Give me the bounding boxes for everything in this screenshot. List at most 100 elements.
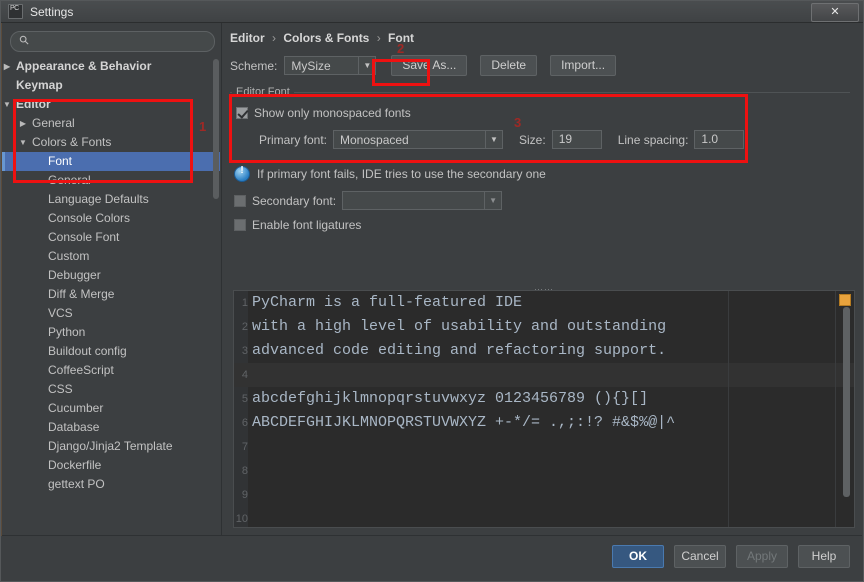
sidebar-item-label: Python	[48, 325, 86, 339]
cancel-button[interactable]: Cancel	[674, 545, 726, 568]
size-input[interactable]: 19	[551, 130, 602, 149]
sidebar-item-label: Debugger	[48, 268, 101, 282]
secondary-font-combobox[interactable]: ▼	[342, 191, 503, 210]
import-button[interactable]: Import...	[550, 55, 617, 76]
line-number: 8	[241, 465, 248, 477]
sidebar-item-label: General	[48, 173, 91, 187]
error-stripe-marker[interactable]	[839, 294, 851, 306]
preview-line: 6 ABCDEFGHIJKLMNOPQRSTUVWXYZ +-*/= .,;:!?…	[234, 411, 854, 435]
delete-button[interactable]: Delete	[480, 55, 538, 76]
font-ligatures-row[interactable]: Enable font ligatures	[234, 218, 361, 232]
sidebar-item-label: Console Font	[48, 230, 120, 244]
chevron-right-icon[interactable]: ▶	[2, 57, 12, 76]
breadcrumb-colors-fonts[interactable]: Colors & Fonts	[283, 31, 369, 45]
sidebar-item-label: Dockerfile	[48, 458, 102, 472]
show-monospaced-checkbox[interactable]	[236, 107, 248, 119]
editor-column-guide	[728, 291, 729, 527]
show-monospaced-row[interactable]: Show only monospaced fonts	[236, 106, 411, 120]
sidebar-item-diff-merge[interactable]: Diff & Merge	[2, 285, 220, 304]
chevron-right-icon[interactable]: ▶	[18, 114, 28, 133]
sidebar-item-keymap[interactable]: Keymap	[2, 76, 220, 95]
sidebar-item-django-jinja2-template[interactable]: Django/Jinja2 Template	[2, 437, 220, 456]
scheme-value: MySize	[291, 58, 331, 73]
secondary-font-checkbox[interactable]	[234, 194, 246, 207]
line-number: 3	[241, 345, 248, 357]
window-title: Settings	[30, 4, 74, 19]
preview-scrollbar[interactable]	[843, 307, 850, 497]
search-input[interactable]	[35, 33, 207, 50]
chevron-down-icon[interactable]: ▼	[485, 131, 503, 148]
sidebar-item-label: Diff & Merge	[48, 287, 115, 301]
line-text: ABCDEFGHIJKLMNOPQRSTUVWXYZ +-*/= .,;:!? …	[252, 414, 676, 431]
sidebar-item-label: CoffeeScript	[48, 363, 114, 377]
sidebar-item-general[interactable]: ▶ General	[2, 114, 220, 133]
line-number: 1	[241, 297, 248, 309]
chevron-down-icon[interactable]: ▼	[484, 192, 502, 209]
sidebar-item-label: Editor	[16, 97, 51, 111]
sidebar-item-label: CSS	[48, 382, 73, 396]
sidebar-item-buildout-config[interactable]: Buildout config	[2, 342, 220, 361]
preview-splitter[interactable]: ⋯⋯	[231, 282, 857, 294]
window-titlebar: Settings ✕	[1, 1, 863, 23]
primary-font-combobox[interactable]: Monospaced ▼	[333, 130, 504, 149]
line-text: PyCharm is a full-featured IDE	[252, 294, 523, 311]
scheme-combobox[interactable]: MySize ▼	[284, 56, 377, 75]
sidebar-item-cucumber[interactable]: Cucumber	[2, 399, 220, 418]
settings-sidebar: ▶ Appearance & Behavior Keymap ▼ Editor ▶ Gene…	[2, 23, 222, 536]
chevron-down-icon[interactable]: ▼	[18, 133, 28, 152]
font-ligatures-checkbox[interactable]	[234, 219, 246, 231]
preview-line: 9	[234, 483, 854, 507]
settings-tree[interactable]: ▶ Appearance & Behavior Keymap ▼ Editor ▶ Gene…	[2, 57, 220, 536]
sidebar-scrollbar[interactable]	[213, 59, 219, 199]
sidebar-item-database[interactable]: Database	[2, 418, 220, 437]
font-preview-editor[interactable]: 1 PyCharm is a full-featured IDE 2 with a h…	[233, 290, 855, 528]
breadcrumb-editor[interactable]: Editor	[230, 31, 265, 45]
sidebar-item-label: Appearance & Behavior	[16, 59, 152, 73]
search-icon	[19, 35, 29, 45]
save-as-button[interactable]: Save As...	[391, 55, 468, 76]
sidebar-item-general[interactable]: General	[2, 171, 220, 190]
scheme-label: Scheme:	[230, 58, 278, 73]
annotation-number-1: 1	[199, 119, 207, 134]
info-icon	[234, 165, 250, 182]
line-number: 10	[235, 513, 248, 525]
sidebar-item-dockerfile[interactable]: Dockerfile	[2, 456, 220, 475]
close-icon[interactable]: ✕	[811, 3, 859, 22]
line-spacing-input[interactable]: 1.0	[694, 130, 745, 149]
sidebar-item-console-colors[interactable]: Console Colors	[2, 209, 220, 228]
breadcrumb-sep-1: ›	[272, 31, 277, 45]
primary-font-label: Primary font:	[259, 132, 328, 147]
sidebar-item-python[interactable]: Python	[2, 323, 220, 342]
sidebar-item-css[interactable]: CSS	[2, 380, 220, 399]
sidebar-item-colors-fonts[interactable]: ▼ Colors & Fonts	[2, 133, 220, 152]
preview-line: 4	[234, 363, 854, 387]
help-button[interactable]: Help	[798, 545, 850, 568]
line-number: 7	[241, 441, 248, 453]
sidebar-item-editor[interactable]: ▼ Editor	[2, 95, 220, 114]
chevron-down-icon[interactable]: ▼	[358, 57, 376, 74]
preview-line: 2 with a high level of usability and outs…	[234, 315, 854, 339]
chevron-down-icon[interactable]: ▼	[2, 95, 12, 114]
search-box[interactable]	[10, 31, 215, 52]
sidebar-item-coffeescript[interactable]: CoffeeScript	[2, 361, 220, 380]
line-number: 2	[241, 321, 248, 333]
line-spacing-label: Line spacing:	[617, 132, 689, 147]
sidebar-item-vcs[interactable]: VCS	[2, 304, 220, 323]
line-text: with a high level of usability and outst…	[252, 318, 667, 335]
show-monospaced-label: Show only monospaced fonts	[254, 106, 411, 120]
primary-font-value: Monospaced	[340, 132, 409, 147]
secondary-font-info: If primary font fails, IDE tries to use …	[234, 165, 546, 182]
sidebar-item-label: Database	[48, 420, 100, 434]
sidebar-item-label: Django/Jinja2 Template	[48, 439, 173, 453]
sidebar-item-label: VCS	[48, 306, 73, 320]
sidebar-item-label: Keymap	[16, 78, 63, 92]
sidebar-item-font[interactable]: Font	[2, 152, 220, 171]
sidebar-item-gettext-po[interactable]: gettext PO	[2, 475, 220, 494]
sidebar-item-console-font[interactable]: Console Font	[2, 228, 220, 247]
sidebar-item-appearance-behavior[interactable]: ▶ Appearance & Behavior	[2, 57, 220, 76]
sidebar-item-debugger[interactable]: Debugger	[2, 266, 220, 285]
sidebar-item-language-defaults[interactable]: Language Defaults	[2, 190, 220, 209]
sidebar-item-custom[interactable]: Custom	[2, 247, 220, 266]
sidebar-item-label: Custom	[48, 249, 90, 263]
ok-button[interactable]: OK	[612, 545, 664, 568]
